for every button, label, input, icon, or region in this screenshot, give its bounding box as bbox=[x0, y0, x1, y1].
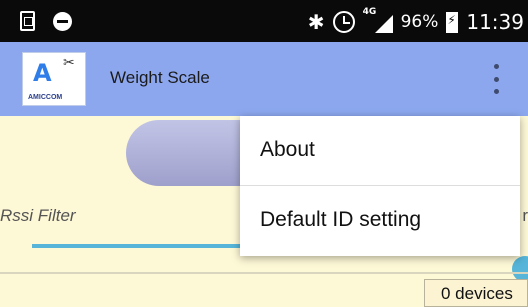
screenshot-icon bbox=[20, 11, 35, 31]
signal-icon: 4G bbox=[363, 7, 393, 33]
app-bar: A ✂ AMICCOM Weight Scale bbox=[0, 42, 528, 116]
menu-item-about[interactable]: About bbox=[240, 116, 520, 186]
logo-mark-icon: A bbox=[33, 59, 52, 87]
do-not-disturb-icon bbox=[53, 11, 72, 31]
clock: 11:39 bbox=[466, 10, 524, 34]
rssi-value-label: r bbox=[522, 206, 528, 225]
status-bar: ✱ 4G 96% 11:39 bbox=[0, 0, 528, 42]
signal-bars-icon bbox=[374, 15, 393, 33]
bluetooth-icon: ✱ bbox=[307, 10, 325, 34]
device-count-badge: 0 devices bbox=[424, 279, 528, 307]
app-logo: A ✂ AMICCOM bbox=[22, 52, 86, 106]
divider bbox=[0, 272, 528, 274]
rssi-filter-label: Rssi Filter bbox=[0, 206, 76, 225]
tools-icon: ✂ bbox=[63, 55, 75, 71]
battery-icon bbox=[446, 11, 459, 33]
menu-item-default-id-setting[interactable]: Default ID setting bbox=[240, 186, 520, 256]
battery-percent: 96% bbox=[400, 12, 439, 32]
overflow-menu: About Default ID setting bbox=[240, 116, 520, 256]
logo-text: AMICCOM bbox=[28, 94, 63, 101]
status-left-icons bbox=[20, 11, 72, 31]
more-vert-icon[interactable] bbox=[492, 64, 500, 94]
status-right-icons: ✱ 4G 96% 11:39 bbox=[307, 7, 524, 34]
alarm-icon bbox=[332, 11, 355, 33]
app-title: Weight Scale bbox=[110, 68, 210, 87]
